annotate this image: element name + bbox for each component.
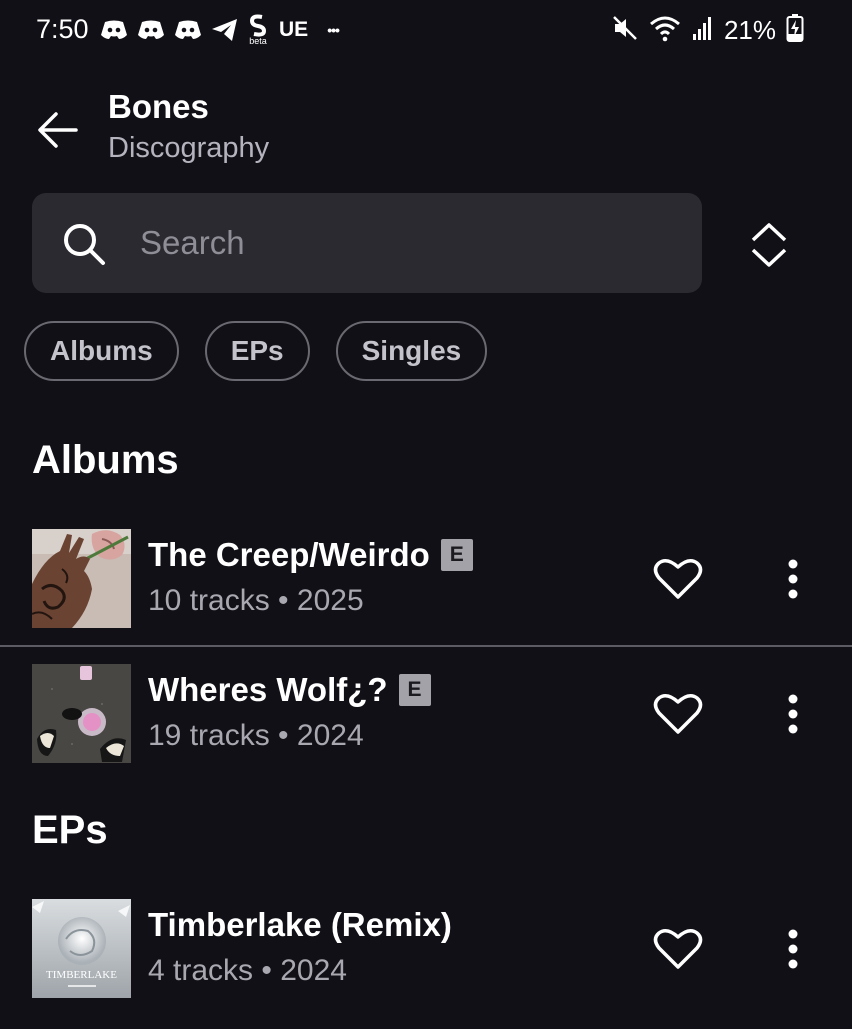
album-art <box>32 529 131 628</box>
more-options-button[interactable] <box>774 554 812 604</box>
album-title: Wheres Wolf¿? E <box>148 671 431 709</box>
notification-icons: beta UE ••• <box>100 12 340 48</box>
battery-percentage: 21% <box>723 14 776 45</box>
section-heading-albums: Albums <box>32 438 179 482</box>
list-divider <box>0 645 852 647</box>
telegram-icon <box>211 18 239 42</box>
album-art: TIMBERLAKE <box>32 899 131 998</box>
more-options-button[interactable] <box>774 924 812 974</box>
sort-icon <box>751 223 787 267</box>
filter-chip-singles[interactable]: Singles <box>335 321 488 381</box>
album-meta: 10 tracks • 2025 <box>148 584 364 617</box>
ep-title-text: Timberlake (Remix) <box>148 906 452 943</box>
list-item[interactable]: TIMBERLAKE Timberlake (Remix) 4 tracks •… <box>0 899 852 999</box>
discord-icon <box>174 19 202 41</box>
sort-button[interactable] <box>742 218 796 272</box>
heart-icon <box>653 559 703 599</box>
back-button[interactable] <box>30 102 86 158</box>
page-subtitle: Discography <box>108 132 270 164</box>
more-vertical-icon <box>788 694 798 734</box>
more-vertical-icon <box>788 559 798 599</box>
heart-icon <box>653 929 703 969</box>
explicit-badge: E <box>398 674 431 706</box>
filter-chip-eps[interactable]: EPs <box>204 321 310 381</box>
wifi-icon <box>648 14 682 47</box>
system-status-icons: 21% <box>612 12 804 48</box>
more-vertical-icon <box>788 929 798 969</box>
heart-icon <box>653 694 703 734</box>
album-art-text: TIMBERLAKE <box>46 969 117 981</box>
app-beta-icon: beta <box>248 14 268 46</box>
back-arrow-icon <box>38 112 78 148</box>
ep-meta: 4 tracks • 2024 <box>148 954 347 987</box>
list-item[interactable]: Wheres Wolf¿? E 19 tracks • 2024 <box>0 664 852 764</box>
like-button[interactable] <box>651 689 705 739</box>
carrier-text: UE <box>279 18 309 41</box>
page-title: Bones <box>108 88 209 125</box>
album-meta: 19 tracks • 2024 <box>148 719 364 752</box>
status-time: 7:50 <box>36 14 89 44</box>
more-notifications-indicator: ••• <box>327 22 340 38</box>
filter-chips: Albums EPs Singles <box>24 321 488 381</box>
beta-label: beta <box>249 36 267 46</box>
filter-chip-albums[interactable]: Albums <box>24 321 179 381</box>
explicit-badge: E <box>440 539 473 571</box>
discord-icon <box>100 19 128 41</box>
album-title-text: Wheres Wolf¿? <box>148 671 388 708</box>
app-header: Bones Discography <box>0 80 852 180</box>
signal-icon <box>692 15 714 46</box>
status-bar: 7:50 beta UE ••• 21% <box>0 0 852 62</box>
search-input[interactable] <box>140 219 660 267</box>
mute-icon <box>612 15 638 46</box>
album-title-text: The Creep/Weirdo <box>148 536 430 573</box>
search-icon <box>64 224 105 265</box>
album-title: The Creep/Weirdo E <box>148 536 473 574</box>
ep-title: Timberlake (Remix) <box>148 906 452 944</box>
like-button[interactable] <box>651 924 705 974</box>
section-heading-eps: EPs <box>32 808 108 852</box>
more-options-button[interactable] <box>774 689 812 739</box>
list-item[interactable]: The Creep/Weirdo E 10 tracks • 2025 <box>0 529 852 629</box>
album-art <box>32 664 131 763</box>
like-button[interactable] <box>651 554 705 604</box>
battery-charging-icon <box>786 13 804 48</box>
search-bar[interactable] <box>32 193 702 293</box>
discord-icon <box>137 19 165 41</box>
